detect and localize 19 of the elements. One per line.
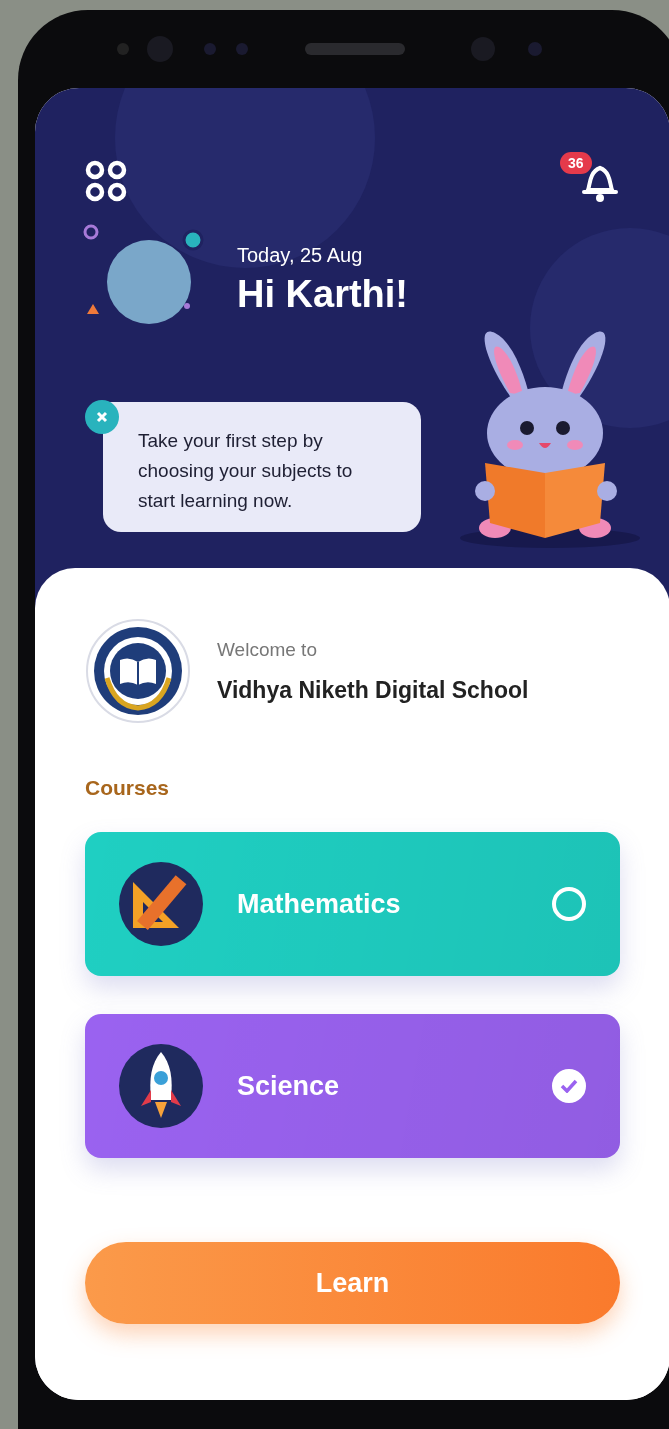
- welcome-text: Welcome to: [217, 638, 318, 661]
- course-name: Mathematics: [237, 888, 402, 920]
- close-button[interactable]: [85, 400, 119, 434]
- course-name: Science: [237, 1070, 341, 1102]
- radio-icon[interactable]: [552, 887, 586, 921]
- notification-badge: 36: [560, 152, 592, 174]
- menu-icon[interactable]: [85, 160, 127, 202]
- section-title: Courses: [85, 776, 171, 800]
- greeting-text: Hi Karthi!: [237, 273, 408, 316]
- date-text: Today, 25 Aug: [237, 244, 364, 267]
- learn-button[interactable]: Learn: [85, 1242, 620, 1324]
- course-card[interactable]: Science: [85, 1014, 620, 1158]
- status-dot-icon: [181, 228, 205, 252]
- check-icon[interactable]: [552, 1069, 586, 1103]
- close-icon: [96, 411, 108, 423]
- school-logo-icon: [85, 618, 191, 724]
- rocket-icon: [119, 1044, 203, 1128]
- course-card[interactable]: Mathematics: [85, 832, 620, 976]
- school-name: Vidhya Niketh Digital School: [217, 676, 529, 704]
